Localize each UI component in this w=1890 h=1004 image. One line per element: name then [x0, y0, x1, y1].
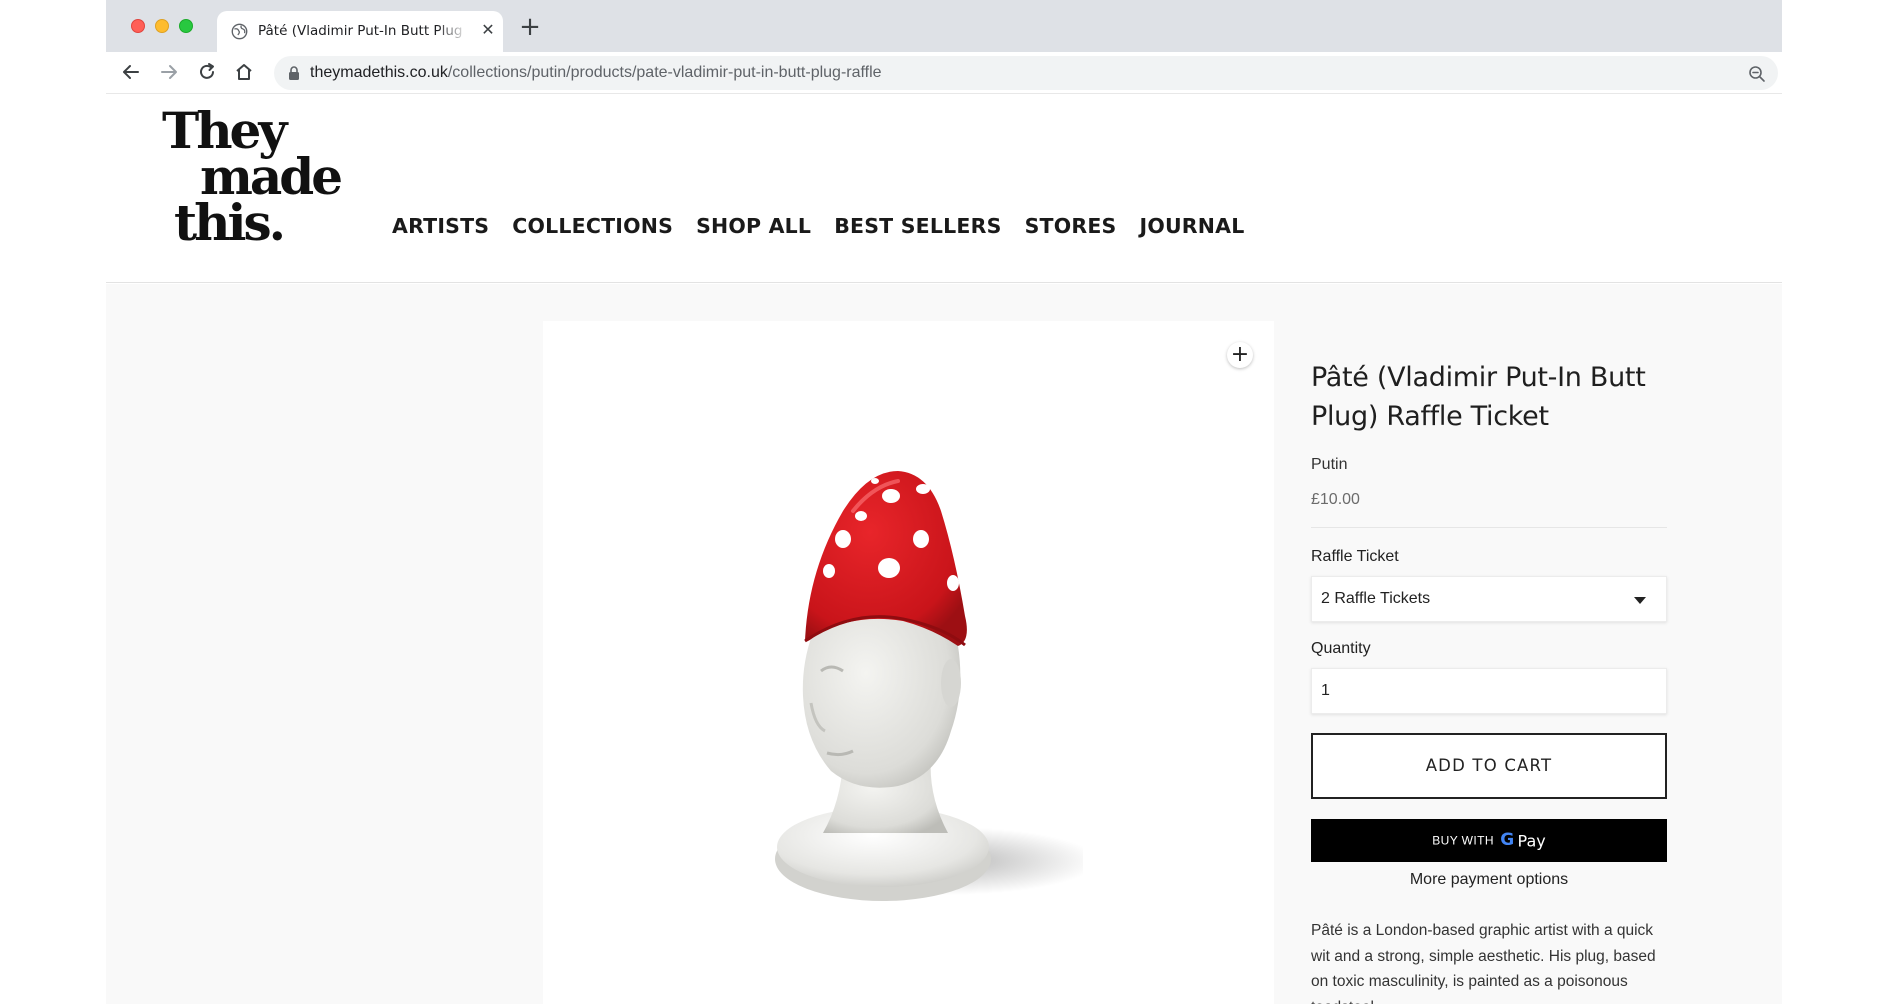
- gpay-prefix: BUY WITH: [1432, 833, 1494, 848]
- maximize-window-button[interactable]: [179, 19, 193, 33]
- product-price: £10.00: [1311, 491, 1360, 508]
- address-bar[interactable]: theymadethis.co.uk/collections/putin/pro…: [274, 56, 1778, 90]
- product-info: Pâté (Vladimir Put-In Butt Plug) Raffle …: [1311, 358, 1667, 1004]
- quantity-field[interactable]: 1: [1311, 668, 1667, 714]
- new-tab-button[interactable]: +: [518, 14, 542, 40]
- divider: [1311, 527, 1667, 528]
- site-header: They made this. ARTISTS COLLECTIONS SHOP…: [106, 94, 1782, 283]
- reload-icon[interactable]: [196, 61, 218, 83]
- raffle-ticket-label: Raffle Ticket: [1311, 548, 1399, 565]
- url-host: theymadethis.co.uk: [310, 64, 448, 81]
- nav-artists[interactable]: ARTISTS: [392, 214, 489, 238]
- svg-text:this.: this.: [174, 193, 283, 252]
- nav-stores[interactable]: STORES: [1025, 214, 1117, 238]
- browser-toolbar: theymadethis.co.uk/collections/putin/pro…: [106, 52, 1782, 94]
- product-image-panel[interactable]: +: [543, 321, 1274, 1004]
- chevron-down-icon: [1634, 597, 1646, 604]
- product-title: Pâté (Vladimir Put-In Butt Plug) Raffle …: [1311, 362, 1646, 432]
- product-description: Pâté is a London-based graphic artist wi…: [1311, 922, 1656, 1004]
- nav-journal[interactable]: JOURNAL: [1140, 214, 1245, 238]
- product-page: + Pâté (Vladimir Put-In Butt Plug) Raffl…: [106, 284, 1782, 1004]
- product-vendor-link[interactable]: Putin: [1311, 456, 1667, 474]
- nav-collections[interactable]: COLLECTIONS: [512, 214, 673, 238]
- globe-icon: [231, 23, 248, 40]
- google-g-icon: G: [1500, 830, 1515, 851]
- arrow-left-icon[interactable]: [120, 61, 142, 83]
- nav-shop-all[interactable]: SHOP ALL: [696, 214, 811, 238]
- tab-strip: Pâté (Vladimir Put-In Butt Plug ✕ +: [106, 0, 1782, 52]
- browser-tab-active[interactable]: Pâté (Vladimir Put-In Butt Plug ✕: [217, 11, 503, 52]
- raffle-ticket-value: 2 Raffle Tickets: [1321, 590, 1431, 607]
- add-to-cart-button[interactable]: ADD TO CART: [1311, 733, 1667, 799]
- google-pay-button[interactable]: BUY WITH G Pay: [1311, 819, 1667, 862]
- product-image[interactable]: [703, 441, 1083, 911]
- quantity-value: 1: [1321, 682, 1330, 699]
- lock-icon: [289, 66, 299, 80]
- close-icon[interactable]: ✕: [479, 22, 497, 40]
- home-icon[interactable]: [233, 61, 255, 83]
- site-logo[interactable]: They made this.: [162, 106, 362, 256]
- minimize-window-button[interactable]: [155, 19, 169, 33]
- quantity-label: Quantity: [1311, 640, 1371, 657]
- url-path: /collections/putin/products/pate-vladimi…: [447, 64, 882, 81]
- more-payment-options-link[interactable]: More payment options: [1311, 871, 1667, 889]
- gpay-label: Pay: [1517, 831, 1546, 851]
- url-text: theymadethis.co.uk/collections/putin/pro…: [310, 64, 882, 82]
- raffle-ticket-select[interactable]: 2 Raffle Tickets: [1311, 576, 1667, 622]
- tab-title: Pâté (Vladimir Put-In Butt Plug: [258, 23, 463, 39]
- zoom-icon[interactable]: [1748, 65, 1766, 83]
- main-nav: ARTISTS COLLECTIONS SHOP ALL BEST SELLER…: [392, 214, 1244, 238]
- arrow-right-icon[interactable]: [158, 61, 180, 83]
- plus-icon[interactable]: +: [1227, 342, 1253, 368]
- browser-window: Pâté (Vladimir Put-In Butt Plug ✕ + they…: [106, 0, 1782, 1004]
- nav-best-sellers[interactable]: BEST SELLERS: [834, 214, 1001, 238]
- close-window-button[interactable]: [131, 19, 145, 33]
